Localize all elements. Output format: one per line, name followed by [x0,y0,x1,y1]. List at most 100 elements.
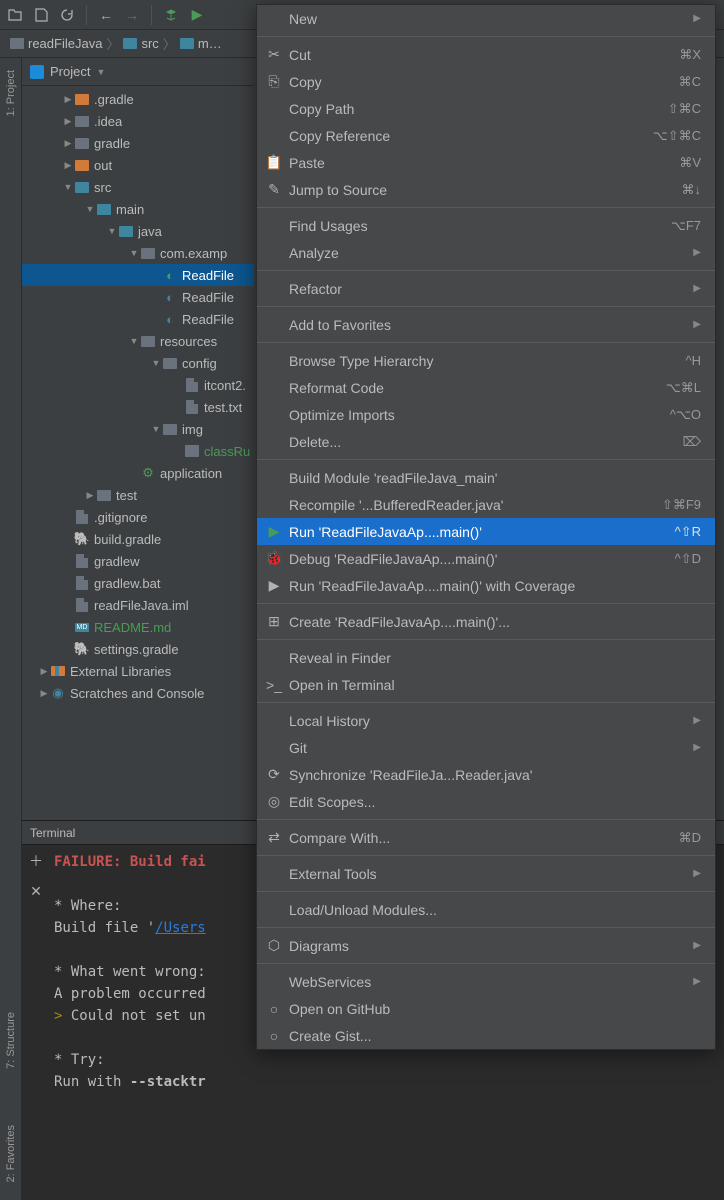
breadcrumb-item[interactable]: m… [180,36,222,51]
tab-project[interactable]: 1: Project [3,62,19,124]
tab-structure[interactable]: 7: Structure [3,1004,19,1077]
tree-item[interactable]: ⚙application [22,462,254,484]
tree-arrow-icon[interactable]: ▶ [62,160,74,171]
tree-item[interactable]: test.txt [22,396,254,418]
menu-icon: ✎ [265,181,283,198]
menu-item[interactable]: Browse Type Hierarchy^H [257,347,715,374]
tree-arrow-icon[interactable]: ▼ [128,336,140,346]
toolbar-separator [151,5,152,25]
tree-arrow-icon[interactable]: ▶ [38,666,50,677]
tree-arrow-icon[interactable]: ▶ [62,94,74,105]
tree-item[interactable]: gradlew.bat [22,572,254,594]
tree-item[interactable]: 🐘settings.gradle [22,638,254,660]
tree-item[interactable]: ▶External Libraries [22,660,254,682]
menu-item[interactable]: ⬡Diagrams▶ [257,932,715,959]
tree-item[interactable]: ◐ReadFile [22,308,254,330]
menu-item[interactable]: Optimize Imports^⌥O [257,401,715,428]
menu-item[interactable]: Refactor▶ [257,275,715,302]
tree-arrow-icon[interactable]: ▶ [62,116,74,127]
menu-item[interactable]: WebServices▶ [257,968,715,995]
menu-item[interactable]: Build Module 'readFileJava_main' [257,464,715,491]
tree-item[interactable]: ▶◉Scratches and Console [22,682,254,704]
tree-arrow-icon[interactable]: ▼ [84,204,96,214]
menu-item[interactable]: 📋Paste⌘V [257,149,715,176]
submenu-arrow-icon: ▶ [693,247,701,258]
menu-item[interactable]: ⟳Synchronize 'ReadFileJa...Reader.java' [257,761,715,788]
tree-item[interactable]: ▼img [22,418,254,440]
menu-item[interactable]: External Tools▶ [257,860,715,887]
tree-item[interactable]: classRu [22,440,254,462]
tree-label: .gradle [94,92,134,107]
add-icon[interactable]: ＋ [29,851,43,871]
tree-item[interactable]: ◐ReadFile [22,264,254,286]
menu-item[interactable]: Recompile '...BufferedReader.java'⇧⌘F9 [257,491,715,518]
breadcrumb-item[interactable]: src [123,36,158,51]
tree-arrow-icon[interactable]: ▶ [62,138,74,149]
tree-arrow-icon[interactable]: ▼ [62,182,74,192]
menu-item[interactable]: Reveal in Finder [257,644,715,671]
tree-node-icon [162,355,178,371]
menu-item[interactable]: ⎘Copy⌘C [257,68,715,95]
menu-shortcut: ^⌥O [670,407,701,423]
menu-item[interactable]: Find Usages⌥F7 [257,212,715,239]
breadcrumb-item[interactable]: readFileJava [10,36,102,51]
menu-item[interactable]: Copy Path⇧⌘C [257,95,715,122]
tree-arrow-icon[interactable]: ▼ [150,358,162,368]
run-icon[interactable]: ▶ [188,6,206,24]
menu-item[interactable]: ○Create Gist... [257,1022,715,1049]
tab-favorites[interactable]: 2: Favorites [3,1117,19,1190]
menu-item[interactable]: Copy Reference⌥⇧⌘C [257,122,715,149]
tree-item[interactable]: MDREADME.md [22,616,254,638]
menu-item[interactable]: ▶Run 'ReadFileJavaAp....main()'^⇧R [257,518,715,545]
refresh-icon[interactable] [58,6,76,24]
forward-icon[interactable]: → [123,6,141,24]
chevron-down-icon[interactable]: ▼ [96,67,105,77]
tree-item[interactable]: ▼resources [22,330,254,352]
submenu-arrow-icon: ▶ [693,742,701,753]
tree-item[interactable]: 🐘build.gradle [22,528,254,550]
tree-item[interactable]: ▼main [22,198,254,220]
close-icon[interactable]: ✕ [30,883,42,900]
tree-item[interactable]: ▼config [22,352,254,374]
menu-item[interactable]: ⊞Create 'ReadFileJavaAp....main()'... [257,608,715,635]
menu-item[interactable]: Reformat Code⌥⌘L [257,374,715,401]
back-icon[interactable]: ← [97,6,115,24]
tree-item[interactable]: ▶ .gradle [22,88,254,110]
menu-item[interactable]: ⇄Compare With...⌘D [257,824,715,851]
tree-item[interactable]: ▶.idea [22,110,254,132]
menu-item[interactable]: Local History▶ [257,707,715,734]
menu-item[interactable]: New▶ [257,5,715,32]
tree-arrow-icon[interactable]: ▼ [150,424,162,434]
menu-item[interactable]: ▶Run 'ReadFileJavaAp....main()' with Cov… [257,572,715,599]
build-icon[interactable] [162,6,180,24]
menu-item[interactable]: Add to Favorites▶ [257,311,715,338]
project-panel-header[interactable]: Project ▼ [22,58,254,86]
open-icon[interactable] [6,6,24,24]
menu-item[interactable]: 🐞Debug 'ReadFileJavaAp....main()'^⇧D [257,545,715,572]
tree-item[interactable]: ▼src [22,176,254,198]
menu-item[interactable]: ◎Edit Scopes... [257,788,715,815]
tree-arrow-icon[interactable]: ▶ [84,490,96,501]
menu-item[interactable]: Load/Unload Modules... [257,896,715,923]
menu-item[interactable]: >_Open in Terminal [257,671,715,698]
tree-item[interactable]: itcont2. [22,374,254,396]
tree-item[interactable]: readFileJava.iml [22,594,254,616]
tree-arrow-icon[interactable]: ▼ [106,226,118,236]
menu-item[interactable]: Delete...⌦ [257,428,715,455]
tree-item[interactable]: ◐ReadFile [22,286,254,308]
tree-arrow-icon[interactable]: ▼ [128,248,140,258]
tree-arrow-icon[interactable]: ▶ [38,688,50,699]
tree-item[interactable]: .gitignore [22,506,254,528]
tree-item[interactable]: ▶out [22,154,254,176]
menu-item[interactable]: Git▶ [257,734,715,761]
tree-item[interactable]: ▼java [22,220,254,242]
menu-item[interactable]: ✂Cut⌘X [257,41,715,68]
tree-item[interactable]: gradlew [22,550,254,572]
tree-item[interactable]: ▶test [22,484,254,506]
menu-item[interactable]: ○Open on GitHub [257,995,715,1022]
tree-item[interactable]: ▶gradle [22,132,254,154]
save-icon[interactable] [32,6,50,24]
tree-item[interactable]: ▼com.examp [22,242,254,264]
menu-item[interactable]: ✎Jump to Source⌘↓ [257,176,715,203]
menu-item[interactable]: Analyze▶ [257,239,715,266]
